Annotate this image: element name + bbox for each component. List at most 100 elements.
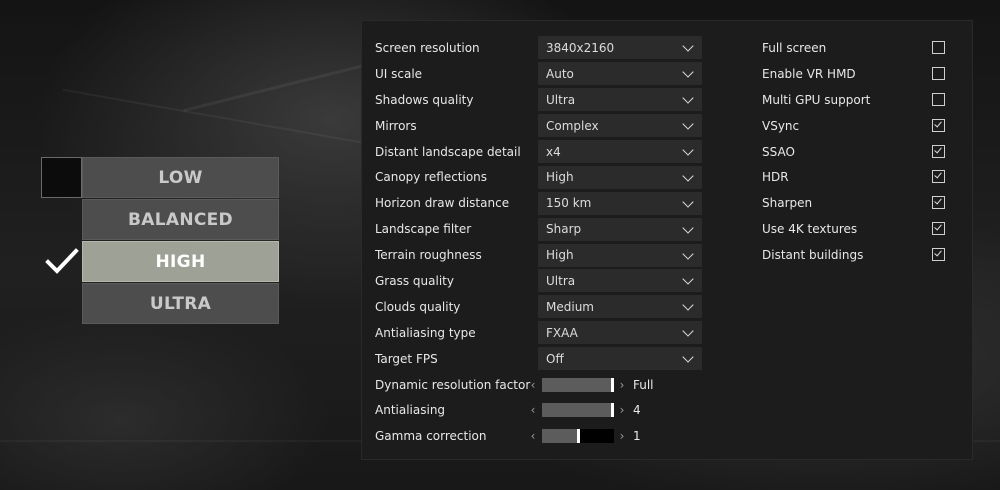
setting-label: Shadows quality <box>375 92 474 107</box>
landscape-filter-select[interactable]: Sharp <box>538 217 702 241</box>
arrow-right-icon[interactable]: › <box>616 403 628 417</box>
setting-label: Horizon draw distance <box>375 196 510 211</box>
chevron-down-icon <box>682 325 694 337</box>
select-value: Ultra <box>546 273 576 288</box>
toggle-label: Multi GPU support <box>762 92 871 107</box>
screen-resolution-select[interactable]: 3840x2160 <box>538 36 702 60</box>
chevron-down-icon <box>682 92 694 104</box>
slider-track[interactable] <box>542 377 614 392</box>
slider-fill <box>542 377 611 392</box>
setting-label: Dynamic resolution factor <box>375 377 531 392</box>
settings-column: Screen resolution 3840x2160 UI scale Auto … <box>375 35 705 449</box>
select-value: 3840x2160 <box>546 40 615 55</box>
select-value: x4 <box>546 144 561 159</box>
arrow-left-icon[interactable]: ‹ <box>527 378 539 392</box>
chevron-down-icon <box>682 40 694 53</box>
target-fps-select[interactable]: Off <box>538 347 702 371</box>
canopy-reflections-select[interactable]: High <box>538 165 702 189</box>
setting-label: Distant landscape detail <box>375 144 521 159</box>
graphics-settings-panel: Screen resolution 3840x2160 UI scale Auto … <box>361 20 973 460</box>
setting-label: Antialiasing type <box>375 325 476 340</box>
setting-row: Antialiasing type FXAA <box>375 320 705 346</box>
preset-high-button[interactable]: HIGH <box>82 241 279 282</box>
setting-row: Clouds quality Medium <box>375 294 705 320</box>
slider-handle[interactable] <box>611 403 614 418</box>
slider-handle[interactable] <box>577 429 580 444</box>
select-value: Sharp <box>546 222 582 237</box>
setting-row: Horizon draw distance 150 km <box>375 190 705 216</box>
hdr-checkbox[interactable] <box>932 170 945 184</box>
toggle-label: SSAO <box>762 144 795 159</box>
preset-ultra-button[interactable]: ULTRA <box>82 283 279 324</box>
slider-fill <box>542 403 611 418</box>
toggle-row: Enable VR HMD <box>762 61 952 87</box>
toggle-label: Enable VR HMD <box>762 66 856 81</box>
slider-track[interactable] <box>542 403 614 418</box>
toggle-label: HDR <box>762 170 789 185</box>
arrow-right-icon[interactable]: › <box>616 429 628 443</box>
select-value: Off <box>546 351 564 366</box>
mirrors-select[interactable]: Complex <box>538 114 702 138</box>
preset-balanced-button[interactable]: BALANCED <box>82 199 279 240</box>
setting-row: Dynamic resolution factor ‹ › Full <box>375 372 705 398</box>
grass-quality-select[interactable]: Ultra <box>538 269 702 293</box>
arrow-left-icon[interactable]: ‹ <box>527 429 539 443</box>
toggle-row: Distant buildings <box>762 242 952 268</box>
select-value: Medium <box>546 299 594 314</box>
enable-vr-hmd-checkbox[interactable] <box>932 66 945 80</box>
setting-label: Mirrors <box>375 118 417 133</box>
arrow-right-icon[interactable]: › <box>616 378 628 392</box>
toggle-label: Full screen <box>762 40 827 55</box>
slider-handle[interactable] <box>611 377 614 392</box>
gamma-correction-slider: ‹ › <box>527 425 687 448</box>
clouds-quality-select[interactable]: Medium <box>538 295 702 319</box>
checkmark-icon <box>45 248 79 274</box>
setting-row: Screen resolution 3840x2160 <box>375 35 705 61</box>
setting-label: UI scale <box>375 66 423 81</box>
chevron-down-icon <box>682 247 694 260</box>
toggle-label: Sharpen <box>762 196 813 211</box>
setting-label: Gamma correction <box>375 429 487 444</box>
distant-buildings-checkbox[interactable] <box>932 248 945 262</box>
chevron-down-icon <box>682 66 694 78</box>
slider-fill <box>542 429 577 444</box>
toggle-row: Sharpen <box>762 190 952 216</box>
arrow-left-icon[interactable]: ‹ <box>527 403 539 417</box>
ssao-checkbox[interactable] <box>932 144 945 158</box>
full-screen-checkbox[interactable] <box>932 41 945 54</box>
antialiasing-type-select[interactable]: FXAA <box>538 321 702 345</box>
chevron-down-icon <box>682 196 694 208</box>
select-value: Ultra <box>546 92 576 107</box>
preset-low-button[interactable]: LOW <box>82 157 279 198</box>
preset-selection-box <box>41 157 82 198</box>
vsync-checkbox[interactable] <box>932 118 945 132</box>
setting-row: Shadows quality Ultra <box>375 87 705 113</box>
toggle-row: Multi GPU support <box>762 87 952 113</box>
chevron-down-icon <box>682 299 694 312</box>
toggle-row: HDR <box>762 164 952 190</box>
multi-gpu-support-checkbox[interactable] <box>932 92 945 106</box>
slider-track[interactable] <box>542 429 614 444</box>
chevron-down-icon <box>682 273 694 286</box>
toggle-label: Distant buildings <box>762 248 864 263</box>
checkmark-icon <box>934 145 942 154</box>
horizon-draw-distance-select[interactable]: 150 km <box>538 191 702 215</box>
select-value: High <box>546 248 574 263</box>
select-value: 150 km <box>546 196 592 211</box>
ui-scale-select[interactable]: Auto <box>538 62 702 86</box>
distant-landscape-detail-select[interactable]: x4 <box>538 140 702 163</box>
toggle-column: Full screen Enable VR HMD Multi GPU supp… <box>762 35 952 268</box>
use-4k-textures-checkbox[interactable] <box>932 222 945 236</box>
shadows-quality-select[interactable]: Ultra <box>538 88 702 112</box>
terrain-roughness-select[interactable]: High <box>538 243 702 267</box>
setting-row: Terrain roughness High <box>375 242 705 268</box>
quality-presets: LOW BALANCED HIGH ULTRA <box>41 157 280 325</box>
toggle-row: Use 4K textures <box>762 216 952 242</box>
select-value: High <box>546 170 574 185</box>
sharpen-checkbox[interactable] <box>932 196 945 210</box>
chevron-down-icon <box>682 118 694 130</box>
checkmark-icon <box>934 222 942 231</box>
select-value: Auto <box>546 66 574 81</box>
preset-row-balanced: BALANCED <box>41 199 280 241</box>
slider-value: Full <box>633 377 654 392</box>
